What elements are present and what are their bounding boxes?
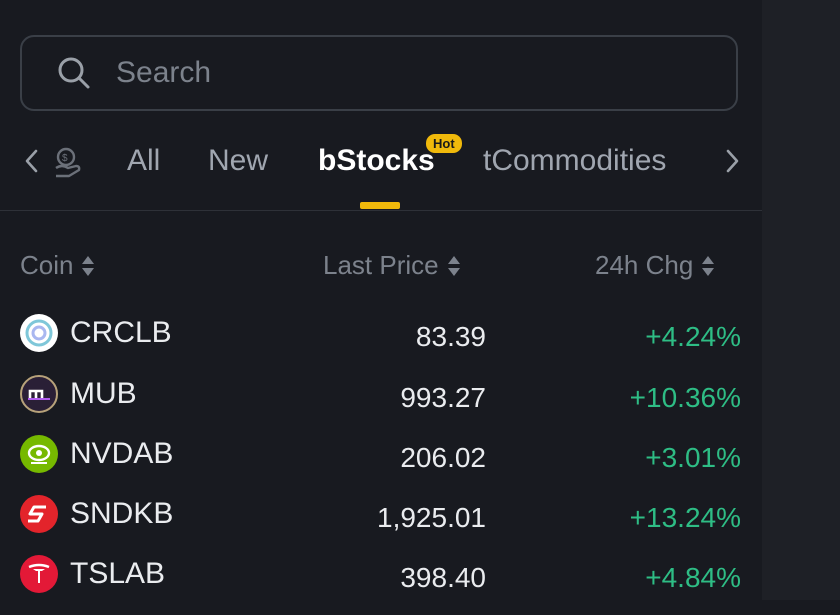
table-row[interactable]: NVDAB 206.02 +3.01% xyxy=(0,435,762,495)
change-24h: +3.01% xyxy=(645,442,741,473)
last-price: 1,925.01 xyxy=(377,502,486,533)
sort-icon xyxy=(81,254,95,278)
nvidia-logo-icon xyxy=(20,435,58,473)
coin-symbol: NVDAB xyxy=(70,437,174,470)
table-row[interactable]: CRCLB 83.39 +4.24% xyxy=(0,314,762,374)
column-header-change-label: 24h Chg xyxy=(595,250,694,280)
sandisk-logo-icon xyxy=(20,495,58,533)
change-24h: +4.24% xyxy=(645,321,741,352)
svg-text:$: $ xyxy=(62,153,68,164)
search-bar[interactable] xyxy=(20,35,738,111)
column-header-last-price[interactable]: Last Price xyxy=(323,250,461,281)
tab-new[interactable]: New xyxy=(208,144,268,178)
tesla-logo-icon xyxy=(20,555,58,593)
last-price: 206.02 xyxy=(400,442,486,473)
table-row[interactable]: MUB 993.27 +10.36% xyxy=(0,375,762,435)
coin-symbol: SNDKB xyxy=(70,497,174,530)
scroll-right-icon[interactable] xyxy=(720,148,746,174)
search-icon xyxy=(58,57,90,89)
coin-symbol: CRCLB xyxy=(70,316,172,349)
last-price: 398.40 xyxy=(400,562,486,593)
micron-logo-icon xyxy=(20,375,58,413)
column-header-coin[interactable]: Coin xyxy=(20,250,95,281)
change-24h: +4.84% xyxy=(645,562,741,593)
table-row[interactable]: TSLAB 398.40 +4.84% xyxy=(0,555,762,615)
circle-logo-icon xyxy=(20,314,58,352)
search-input[interactable] xyxy=(114,55,678,91)
column-header-price-label: Last Price xyxy=(323,250,439,280)
change-24h: +10.36% xyxy=(629,382,741,413)
tab-all[interactable]: All xyxy=(127,144,160,178)
coin-symbol: MUB xyxy=(70,377,137,410)
tab-tcommodities[interactable]: tCommodities xyxy=(483,144,666,178)
change-24h: +13.24% xyxy=(629,502,741,533)
last-price: 993.27 xyxy=(400,382,486,413)
sort-icon xyxy=(701,254,715,278)
column-header-24h-change[interactable]: 24h Chg xyxy=(595,250,715,281)
side-panel-edge xyxy=(762,0,840,600)
favorites-icon[interactable]: $ xyxy=(50,144,86,185)
column-header-coin-label: Coin xyxy=(20,250,74,280)
category-tabs: $ All New bStocks Hot tCommodities xyxy=(0,130,762,212)
active-tab-indicator xyxy=(360,202,400,209)
scroll-left-icon[interactable] xyxy=(18,148,44,174)
sort-icon xyxy=(447,254,461,278)
last-price: 83.39 xyxy=(415,321,486,352)
tabs-divider xyxy=(0,210,762,211)
coin-symbol: TSLAB xyxy=(70,557,166,590)
hot-badge: Hot xyxy=(426,134,462,153)
table-row[interactable]: SNDKB 1,925.01 +13.24% xyxy=(0,495,762,555)
tab-bstocks[interactable]: bStocks xyxy=(318,144,435,178)
